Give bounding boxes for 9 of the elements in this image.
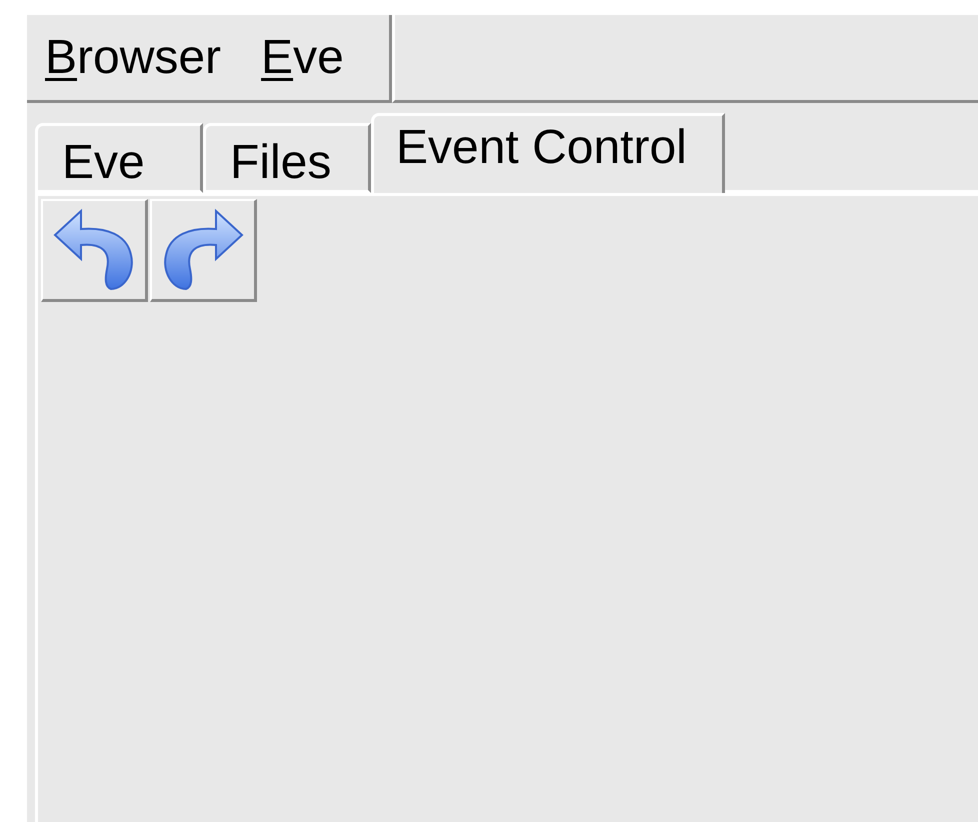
- tab[interactable]: Files: [203, 123, 371, 193]
- tab[interactable]: Event Control: [371, 113, 725, 193]
- redo-arrow-icon: [162, 207, 244, 293]
- tab[interactable]: Eve: [35, 123, 203, 193]
- redo-button[interactable]: [150, 199, 257, 302]
- menu-item[interactable]: Eve: [261, 34, 344, 82]
- undo-arrow-icon: [53, 207, 135, 293]
- undo-button[interactable]: [41, 199, 148, 302]
- menu-item[interactable]: Browser: [45, 34, 222, 82]
